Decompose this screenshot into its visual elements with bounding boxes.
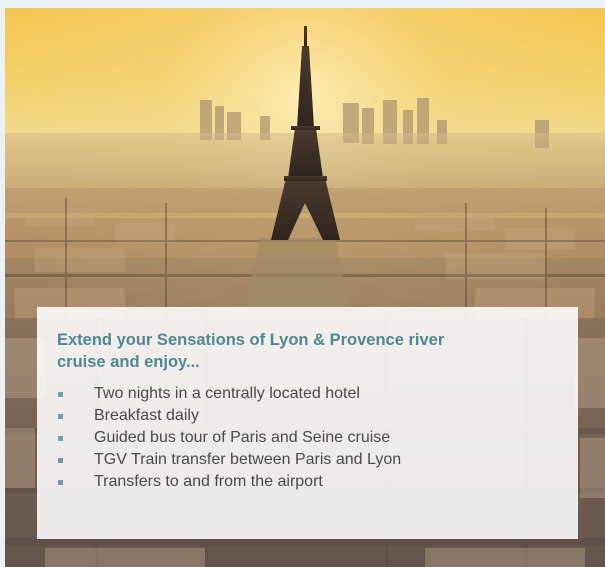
page-frame: Extend your Sensations of Lyon & Provenc… xyxy=(0,0,605,567)
extension-offer-card: Extend your Sensations of Lyon & Provenc… xyxy=(37,307,578,539)
benefit-item: TGV Train transfer between Paris and Lyo… xyxy=(57,449,558,471)
benefit-label: Breakfast daily xyxy=(94,407,199,424)
square-bullet-icon xyxy=(58,458,63,463)
benefit-item: Breakfast daily xyxy=(57,405,558,427)
square-bullet-icon xyxy=(58,436,63,441)
square-bullet-icon xyxy=(58,392,63,397)
benefit-label: TGV Train transfer between Paris and Lyo… xyxy=(94,451,402,468)
benefit-label: Transfers to and from the airport xyxy=(94,473,323,490)
benefit-item: Two nights in a centrally located hotel xyxy=(57,383,558,405)
benefit-list: Two nights in a centrally located hotel … xyxy=(57,383,558,493)
benefit-item: Guided bus tour of Paris and Seine cruis… xyxy=(57,427,558,449)
square-bullet-icon xyxy=(58,414,63,419)
offer-heading: Extend your Sensations of Lyon & Provenc… xyxy=(57,331,445,371)
square-bullet-icon xyxy=(58,480,63,485)
benefit-label: Two nights in a centrally located hotel xyxy=(94,385,360,402)
benefit-item: Transfers to and from the airport xyxy=(57,471,558,493)
benefit-label: Guided bus tour of Paris and Seine cruis… xyxy=(94,429,391,446)
